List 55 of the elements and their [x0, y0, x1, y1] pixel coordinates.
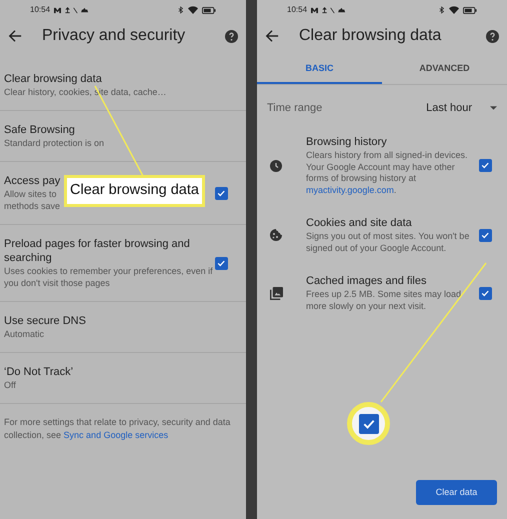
bluetooth-icon: [439, 6, 445, 14]
back-arrow-icon[interactable]: [8, 29, 22, 43]
help-icon[interactable]: [225, 30, 238, 42]
clock-icon: [270, 160, 282, 172]
item-description: Signs you out of most sites. You won't be signed out of your Google Account.: [306, 231, 470, 254]
checkbox[interactable]: [215, 186, 228, 200]
item-title: Safe Browsing: [4, 123, 76, 137]
time-range-label: Time range: [267, 100, 324, 116]
item-description: Clears history from all signed-in devices. Your Google Account may have other forms of browsing history at myactivity.google.com.: [306, 150, 469, 196]
item-title: Preload pages for faster browsing and searching: [4, 237, 191, 265]
item-title: Cookies and site data: [306, 216, 413, 231]
wifi-icon: [449, 6, 459, 14]
item-title: Use secure DNS: [4, 314, 87, 328]
item-title: Access pay: [4, 174, 62, 188]
status-time: 10:54: [287, 4, 308, 16]
item-title: Cached images and files: [306, 274, 428, 289]
checkbox[interactable]: [479, 286, 492, 300]
item-description: Automatic: [4, 328, 44, 340]
footer-text: For more settings that relate to privacy, security and data collection, see Sync and Google services: [3, 416, 232, 442]
notification-icons-drawing: [311, 6, 346, 14]
notification-icons-drawing: [54, 6, 90, 14]
back-arrow-icon[interactable]: [265, 29, 279, 43]
item-description: Allow sites to: [4, 188, 57, 200]
battery-icon: [463, 6, 477, 14]
page-title: Clear browsing data: [299, 26, 442, 46]
image-icon: [270, 286, 283, 300]
checkbox[interactable]: [479, 159, 492, 172]
checkmark-icon: [480, 230, 491, 240]
callout-label: Clear browsing data: [64, 175, 205, 207]
item-description: Standard protection is on: [4, 137, 104, 149]
wifi-icon: [188, 6, 198, 14]
checkbox[interactable]: [215, 256, 228, 270]
page-title: Privacy and security: [42, 26, 186, 46]
item-title: ‘Do Not Track’: [4, 365, 74, 379]
clear-data-button[interactable]: Clear data: [416, 480, 497, 505]
item-description: Off: [4, 379, 16, 391]
checkbox[interactable]: [358, 414, 378, 434]
time-range-dropdown[interactable]: Last hour: [426, 100, 497, 116]
item-title: Browsing history: [306, 135, 388, 150]
checkmark-icon: [480, 160, 491, 171]
tab[interactable]: ADVANCED: [382, 56, 507, 84]
status-time: 10:54: [30, 4, 50, 16]
item-description: methods save: [4, 200, 60, 212]
item-title: Clear browsing data: [4, 72, 103, 86]
checkmark-icon: [216, 188, 227, 198]
checkbox[interactable]: [479, 228, 492, 242]
checkmark-icon: [480, 288, 491, 298]
help-icon[interactable]: [486, 30, 499, 42]
item-description: Frees up 2.5 MB. Some sites may load more slowly on your next visit.: [306, 289, 462, 312]
battery-icon: [202, 6, 216, 14]
bluetooth-icon: [178, 6, 184, 14]
checkmark-icon: [216, 258, 227, 268]
dropdown-caret-icon: [490, 106, 497, 110]
cookie-icon: [270, 229, 282, 241]
item-description: Uses cookies to remember your preferences, even if you don't visit those pages: [4, 265, 214, 289]
